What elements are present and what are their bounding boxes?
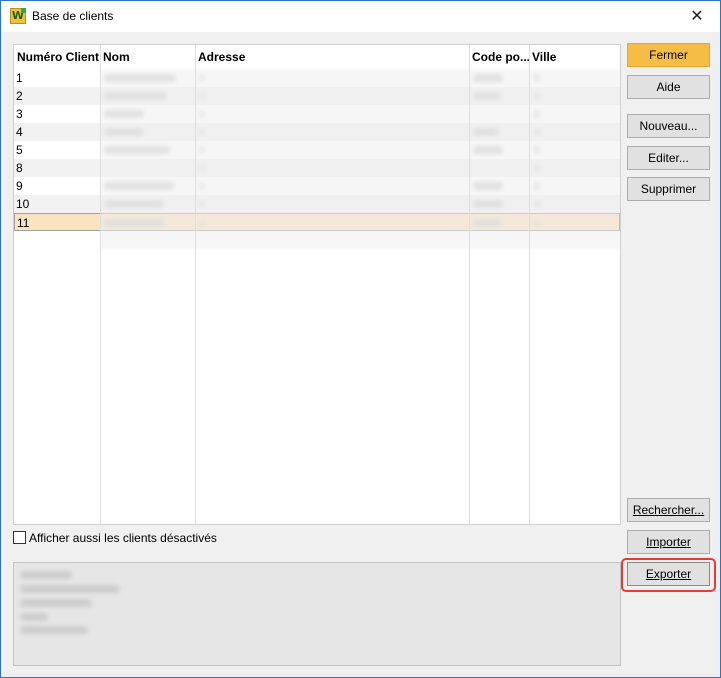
column-header-address[interactable]: Adresse — [195, 45, 469, 69]
cell-client-number: 8 — [16, 161, 23, 175]
column-separator — [195, 45, 196, 524]
cell-client-number: 5 — [16, 143, 23, 157]
cell-client-number: 2 — [16, 89, 23, 103]
column-separator — [100, 45, 101, 524]
column-header-client-number[interactable]: Numéro Client — [14, 45, 101, 69]
customer-details-panel — [13, 562, 621, 666]
title-bar: W Base de clients ✕ — [1, 1, 720, 32]
blurred-data-overlay — [101, 69, 620, 249]
delete-customer-button[interactable]: Supprimer — [627, 177, 710, 201]
cell-client-number: 9 — [16, 179, 23, 193]
column-header-city[interactable]: Ville — [529, 45, 620, 69]
app-logo-icon: W — [10, 8, 26, 24]
column-separator — [469, 45, 470, 524]
close-button[interactable]: Fermer — [627, 43, 710, 67]
cell-client-number: 4 — [16, 125, 23, 139]
help-button[interactable]: Aide — [627, 75, 710, 99]
close-icon: ✕ — [690, 6, 704, 25]
cell-client-number: 1 — [16, 71, 23, 85]
column-header-postal-code[interactable]: Code po... — [469, 45, 529, 69]
cell-client-number: 3 — [16, 107, 23, 121]
cell-client-number: 10 — [16, 197, 30, 211]
search-button-label: Rechercher... — [632, 503, 705, 517]
show-disabled-checkbox[interactable] — [13, 531, 26, 544]
cell-client-number: 11 — [17, 216, 30, 230]
window-title: Base de clients — [32, 9, 114, 23]
import-button-label: Importer — [646, 535, 691, 549]
column-header-name[interactable]: Nom — [100, 45, 195, 69]
close-window-button[interactable]: ✕ — [674, 1, 720, 32]
column-separator — [529, 45, 530, 524]
new-customer-button[interactable]: Nouveau... — [627, 114, 710, 138]
customer-base-window: W Base de clients ✕ Numéro Client Nom Ad… — [0, 0, 721, 678]
show-disabled-label: Afficher aussi les clients désactivés — [29, 531, 217, 545]
import-button[interactable]: Importer — [627, 530, 710, 554]
edit-customer-button[interactable]: Editer... — [627, 146, 710, 170]
search-button[interactable]: Rechercher... — [627, 498, 710, 522]
customers-grid[interactable]: Numéro Client Nom Adresse Code po... Vil… — [13, 44, 621, 525]
export-highlight-ring — [621, 558, 716, 592]
